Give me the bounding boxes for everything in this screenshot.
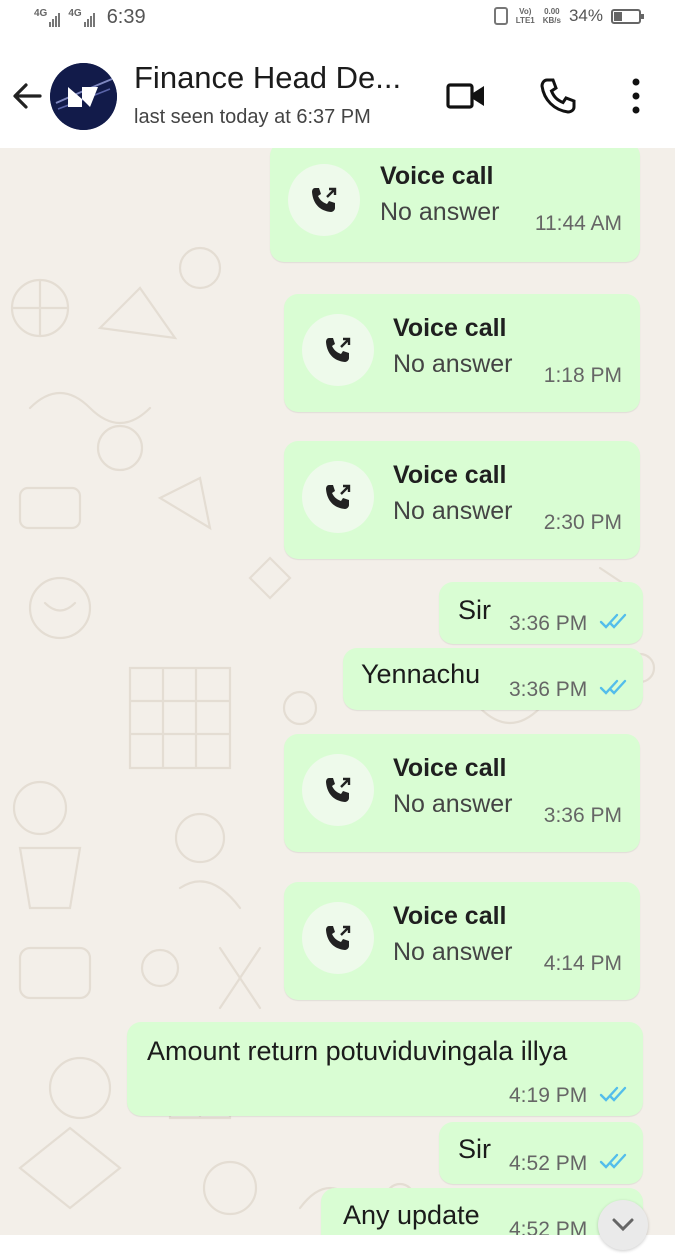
sim1-network-type: 4G — [34, 7, 48, 19]
volte-label: Vo) — [519, 7, 532, 16]
message-time: 1:18 PM — [543, 364, 622, 387]
message-text: Yennachu — [361, 659, 481, 689]
call-title: Voice call — [393, 754, 507, 782]
back-arrow-icon[interactable] — [10, 78, 46, 114]
call-status: No answer — [393, 350, 513, 378]
double-check-icon — [599, 679, 627, 695]
chat-header: Finance Head De... last seen today at 6:… — [0, 38, 675, 148]
network-speed: 0.00 KB/s — [543, 7, 561, 25]
message-time: 4:14 PM — [543, 952, 622, 975]
lte-label: LTE1 — [515, 16, 535, 25]
call-status: No answer — [380, 198, 500, 226]
outgoing-call-icon — [326, 484, 351, 509]
vibrate-icon — [493, 7, 508, 25]
text-message-bubble[interactable]: Sir 4:52 PM — [439, 1122, 643, 1184]
message-time: 4:19 PM — [509, 1084, 588, 1107]
avatar[interactable] — [50, 63, 117, 130]
call-bubble[interactable]: Voice call No answer 1:18 PM — [284, 294, 640, 412]
call-title: Voice call — [393, 461, 507, 489]
volte-indicator: Vo) LTE1 — [516, 7, 535, 25]
call-icon-circle — [302, 902, 374, 974]
speed-value: 0.00 — [544, 7, 560, 16]
text-message-bubble[interactable]: Sir 3:36 PM — [439, 582, 643, 644]
status-time: 6:39 — [106, 6, 146, 28]
message-time: 11:44 AM — [534, 212, 622, 235]
message-text: Any update — [343, 1200, 480, 1230]
call-status: No answer — [393, 497, 513, 525]
call-status: No answer — [393, 790, 513, 818]
call-bubble[interactable]: Voice call No answer 11:44 AM — [270, 148, 640, 262]
signal-icon-sim2: 4G — [68, 7, 95, 27]
signal-icon-sim1: 4G — [34, 7, 61, 27]
message-time: 4:52 PM — [509, 1152, 588, 1175]
message-text: Sir — [458, 595, 491, 625]
outgoing-call-icon — [326, 777, 351, 802]
message-text: Amount return potuviduvingala illya — [147, 1036, 568, 1066]
call-bubble[interactable]: Voice call No answer 4:14 PM — [284, 882, 640, 1000]
text-message-bubble[interactable]: Amount return potuviduvingala illya 4:19… — [127, 1022, 643, 1116]
call-title: Voice call — [393, 902, 507, 930]
company-logo-icon — [50, 63, 117, 130]
outgoing-call-icon — [326, 925, 351, 950]
scroll-down-button[interactable] — [598, 1200, 648, 1250]
call-title: Voice call — [380, 162, 494, 190]
call-icon-circle — [288, 164, 360, 236]
message-text: Sir — [458, 1134, 491, 1164]
message-time: 3:36 PM — [543, 804, 622, 827]
double-check-icon — [599, 613, 627, 629]
sim2-network-type: 4G — [68, 7, 82, 19]
call-icon-circle — [302, 461, 374, 533]
battery-percent: 34% — [568, 6, 603, 25]
double-check-icon — [599, 1086, 627, 1102]
chevron-down-icon — [612, 1218, 634, 1232]
double-check-icon — [599, 1153, 627, 1169]
call-bubble[interactable]: Voice call No answer 3:36 PM — [284, 734, 640, 852]
speed-unit: KB/s — [542, 16, 561, 25]
contact-name[interactable]: Finance Head De... — [134, 60, 401, 96]
message-time: 2:30 PM — [543, 511, 622, 534]
message-time: 3:36 PM — [509, 678, 588, 701]
text-message-bubble[interactable]: Any update 4:52 PM — [321, 1188, 643, 1235]
voice-call-icon[interactable] — [538, 76, 578, 116]
message-time: 4:52 PM — [509, 1218, 588, 1235]
battery-icon — [611, 8, 644, 24]
outgoing-call-icon — [326, 337, 351, 362]
video-call-icon[interactable] — [446, 76, 486, 116]
outgoing-call-icon — [312, 187, 337, 212]
call-status: No answer — [393, 938, 513, 966]
more-options-icon[interactable] — [616, 76, 656, 116]
call-icon-circle — [302, 754, 374, 826]
call-title: Voice call — [393, 314, 507, 342]
call-icon-circle — [302, 314, 374, 386]
status-bar: 4G 4G 6:39 Vo) LTE1 0.00 KB/s 34% — [0, 0, 675, 38]
chat-area[interactable]: Voice call No answer 11:44 AM Voice call… — [0, 148, 675, 1235]
message-time: 3:36 PM — [509, 612, 588, 635]
call-bubble[interactable]: Voice call No answer 2:30 PM — [284, 441, 640, 559]
text-message-bubble[interactable]: Yennachu 3:36 PM — [343, 648, 643, 710]
last-seen-status: last seen today at 6:37 PM — [134, 106, 371, 128]
